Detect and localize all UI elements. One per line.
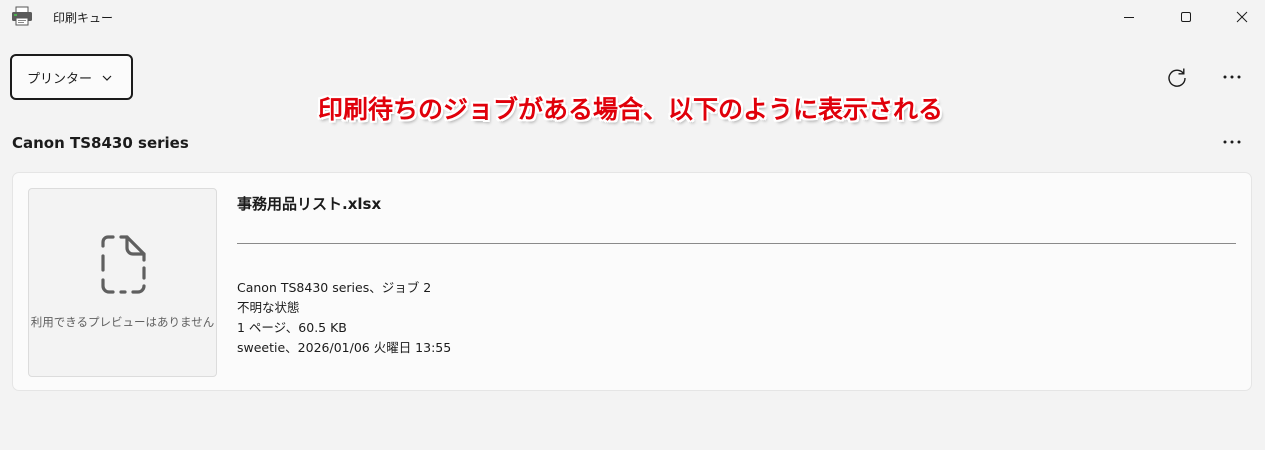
annotation-text: 印刷待ちのジョブがある場合、以下のように表示される (318, 95, 944, 124)
job-printer-and-number: Canon TS8430 series、ジョブ 2 (237, 280, 432, 295)
more-horizontal-icon (1223, 140, 1241, 144)
no-preview-label: 利用できるプレビューはありません (30, 315, 215, 329)
title-bar: 印刷キュー (0, 0, 1265, 34)
job-details: Canon TS8430 series、ジョブ 2 不明な状態 1 ページ、60… (237, 278, 451, 358)
job-progress-bar (237, 243, 1236, 244)
print-queue-window: 印刷キュー プリンター 印刷待ちのジョブがある場合、以下のように表示される Ca… (0, 0, 1265, 450)
minimize-icon (1124, 17, 1134, 18)
printer-name: Canon TS8430 series (12, 134, 189, 152)
job-owner-and-date: sweetie、2026/01/06 火曜日 13:55 (237, 340, 452, 355)
printer-icon (11, 6, 33, 26)
refresh-button[interactable] (1162, 62, 1192, 92)
minimize-button[interactable] (1106, 0, 1152, 34)
document-placeholder-icon (101, 235, 146, 294)
printer-dropdown[interactable]: プリンター (10, 54, 133, 100)
job-file-name: 事務用品リスト.xlsx (237, 195, 382, 213)
maximize-button[interactable] (1163, 0, 1209, 34)
window-title: 印刷キュー (53, 11, 114, 25)
print-job-card[interactable]: 利用できるプレビューはありません 事務用品リスト.xlsx Canon TS84… (12, 172, 1252, 391)
more-options-button[interactable] (1217, 62, 1247, 92)
refresh-icon (1168, 68, 1186, 87)
close-icon (1236, 11, 1248, 23)
chevron-down-icon (102, 75, 112, 81)
job-status: 不明な状態 (237, 300, 300, 315)
maximize-icon (1181, 12, 1191, 22)
document-preview: 利用できるプレビューはありません (28, 188, 217, 377)
more-horizontal-icon (1223, 75, 1241, 79)
close-button[interactable] (1219, 0, 1265, 34)
printer-more-options-button[interactable] (1217, 128, 1247, 156)
job-pages-and-size: 1 ページ、60.5 KB (237, 320, 347, 335)
printer-dropdown-label: プリンター (27, 71, 93, 87)
